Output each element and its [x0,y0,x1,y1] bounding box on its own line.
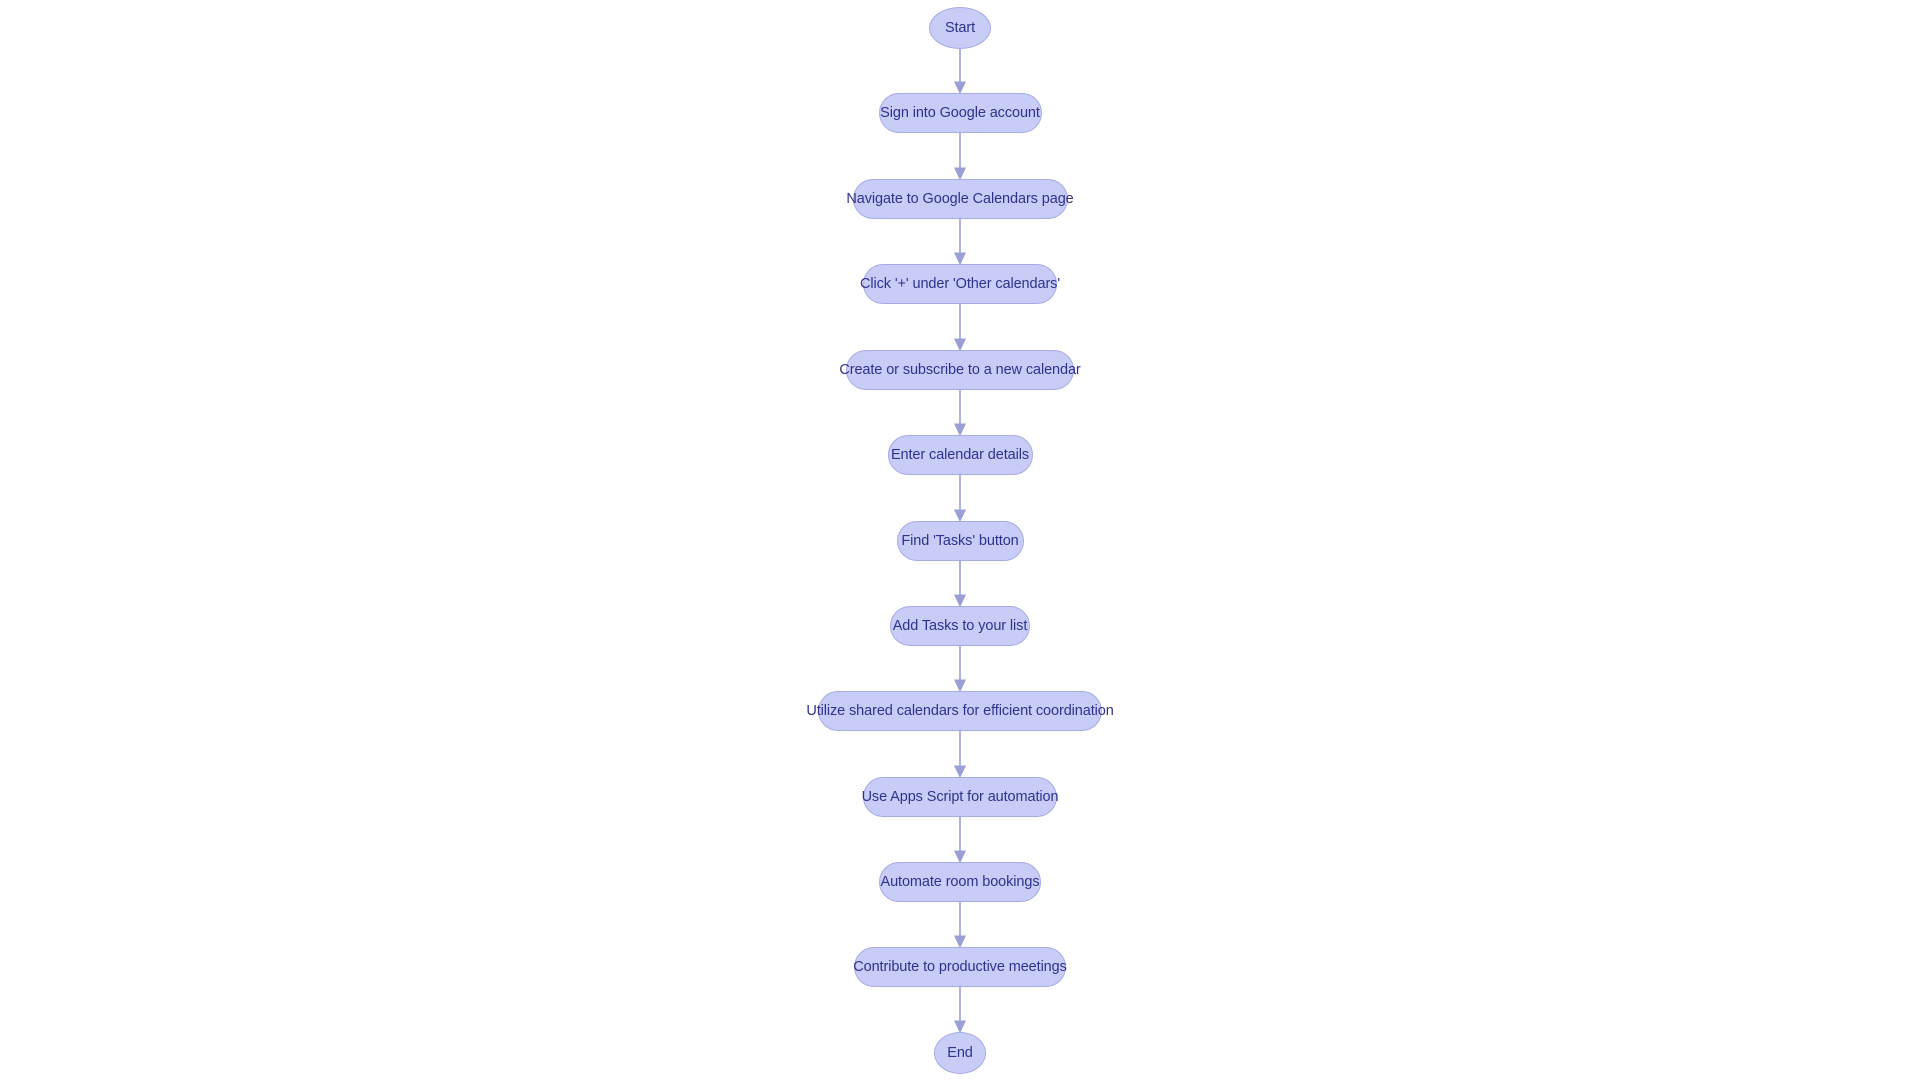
flow-node-label: Create or subscribe to a new calendar [839,361,1081,378]
flow-node-label: Sign into Google account [880,104,1040,121]
flow-node-rooms[interactable]: Automate room bookings [879,862,1041,902]
flow-node-label: Navigate to Google Calendars page [846,190,1074,207]
flow-node-label: Contribute to productive meetings [853,958,1067,975]
flow-node-addtasks[interactable]: Add Tasks to your list [890,606,1030,646]
flow-node-shared[interactable]: Utilize shared calendars for efficient c… [806,691,1114,731]
flow-node-start[interactable]: Start [929,7,991,49]
flow-node-navigate[interactable]: Navigate to Google Calendars page [846,179,1074,219]
flow-node-label: Utilize shared calendars for efficient c… [806,702,1114,719]
flow-node-label: Find 'Tasks' button [901,532,1019,549]
flow-node-appsscript[interactable]: Use Apps Script for automation [861,777,1059,817]
flowchart-canvas: Start Sign into Google account Navigate to… [0,0,1920,1080]
flow-node-label: End [947,1044,973,1061]
flow-node-clickplus[interactable]: Click '+' under 'Other calendars' [860,264,1060,304]
flow-node-signin[interactable]: Sign into Google account [878,93,1042,133]
flow-node-meetings[interactable]: Contribute to productive meetings [853,947,1067,987]
flow-node-label: Enter calendar details [890,446,1030,463]
flow-node-label: Start [944,19,976,36]
flow-node-label: Automate room bookings [880,873,1040,890]
flow-node-end[interactable]: End [934,1032,986,1074]
flow-node-findtasks[interactable]: Find 'Tasks' button [896,521,1024,561]
flow-node-label: Add Tasks to your list [892,617,1028,634]
flow-node-label: Use Apps Script for automation [861,788,1059,805]
flow-node-details[interactable]: Enter calendar details [887,435,1033,475]
flow-node-label: Click '+' under 'Other calendars' [860,275,1060,292]
flow-node-createsub[interactable]: Create or subscribe to a new calendar [839,350,1081,390]
